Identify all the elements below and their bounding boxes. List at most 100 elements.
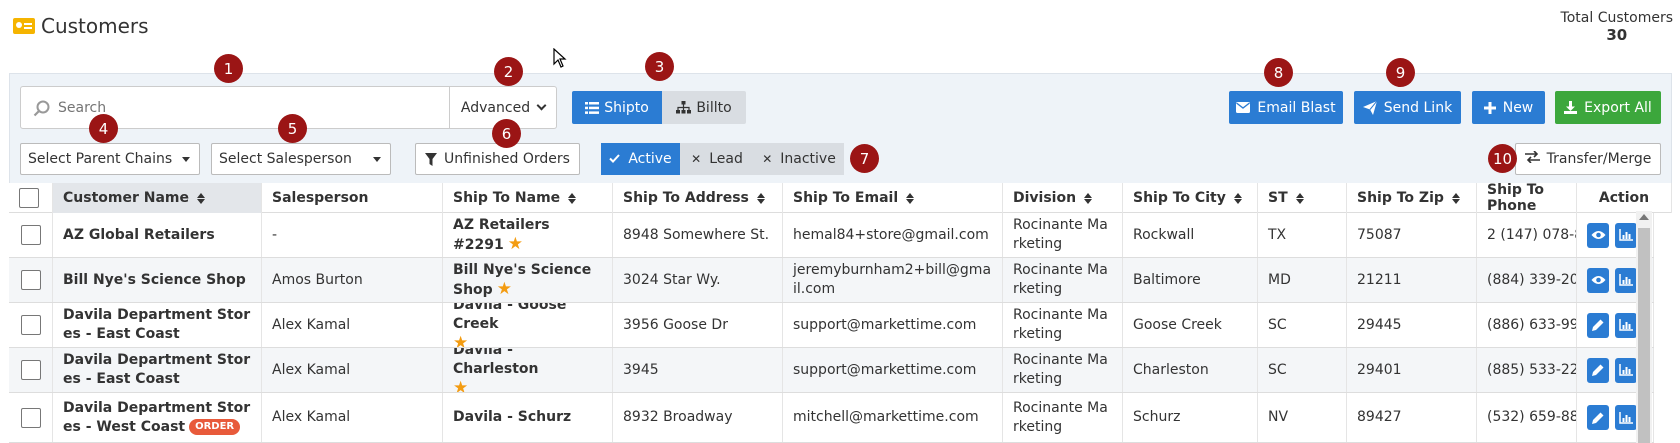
email-blast-button[interactable]: Email Blast: [1229, 91, 1343, 124]
division: Rocinante Marketing: [1013, 217, 1108, 252]
row-checkbox[interactable]: [20, 315, 41, 335]
ship-to-city: Charleston: [1133, 361, 1209, 378]
column-header-action: Action: [1577, 183, 1672, 213]
star-icon: ★: [453, 378, 469, 393]
customer-name[interactable]: AZ Global Retailers: [63, 226, 215, 245]
annotation-badge: 8: [1264, 58, 1293, 87]
column-header-st[interactable]: ST: [1258, 183, 1347, 213]
search-box[interactable]: [20, 86, 450, 129]
ship-to-email: jeremyburnham2+bill@gmail.com: [793, 262, 992, 297]
ship-to-city: Goose Creek: [1133, 316, 1222, 333]
column-header-label: ST: [1268, 190, 1288, 206]
edit-button[interactable]: [1587, 312, 1609, 338]
ship-to-address: 3956 Goose Dr: [623, 316, 728, 333]
status-active-button[interactable]: Active: [601, 143, 680, 175]
sort-icon: [1233, 192, 1242, 204]
billto-toggle-button[interactable]: Billto: [662, 91, 746, 124]
ship-to-name[interactable]: Bill Nye's Science Shop: [453, 262, 591, 298]
new-customer-button[interactable]: New: [1472, 91, 1545, 124]
ship-to-phone: (532) 659-884: [1487, 409, 1576, 425]
salesperson-select[interactable]: Select Salesperson: [211, 143, 391, 175]
state: MD: [1268, 271, 1291, 288]
scroll-up-arrow-icon[interactable]: [1639, 214, 1649, 220]
send-link-button[interactable]: Send Link: [1354, 91, 1461, 124]
ship-to-name[interactable]: Davila - Goose Creek: [453, 303, 566, 332]
salesperson: -: [272, 226, 278, 243]
view-button[interactable]: [1587, 222, 1609, 248]
table-row[interactable]: Davila Department Stores - East Coast Al…: [9, 348, 1654, 393]
bar-chart-icon: [1619, 229, 1633, 241]
chart-button[interactable]: [1615, 222, 1637, 248]
division: Rocinante Marketing: [1013, 307, 1108, 342]
state: SC: [1268, 316, 1287, 333]
sort-icon: [197, 192, 205, 204]
billto-label: Billto: [696, 99, 732, 116]
parent-chains-select[interactable]: Select Parent Chains: [20, 143, 200, 175]
bar-chart-icon: [1619, 319, 1633, 331]
caret-down-icon: [182, 157, 190, 162]
column-header-ship-to-email[interactable]: Ship To Email: [783, 183, 1003, 213]
column-header-ship-to-address[interactable]: Ship To Address: [613, 183, 783, 213]
status-active-label: Active: [628, 151, 672, 167]
chart-button[interactable]: [1615, 267, 1637, 293]
chart-button[interactable]: [1615, 357, 1637, 383]
sort-icon: [568, 192, 577, 204]
row-checkbox[interactable]: [20, 407, 41, 428]
status-inactive-button[interactable]: ✕ Inactive: [754, 143, 844, 175]
ship-to-zip: 29445: [1357, 316, 1402, 333]
transfer-merge-button[interactable]: Transfer/Merge: [1515, 143, 1661, 175]
table-scrollbar-thumb[interactable]: [1638, 228, 1650, 443]
unfinished-orders-button[interactable]: Unfinished Orders: [415, 143, 580, 175]
pencil-icon: [1592, 412, 1604, 424]
division: Rocinante Marketing: [1013, 352, 1108, 387]
eye-icon: [1591, 276, 1605, 284]
table-header-row: Customer Name Salesperson Ship To Name S…: [9, 183, 1672, 214]
edit-button[interactable]: [1587, 357, 1609, 383]
ship-to-name[interactable]: Davila - Schurz: [453, 408, 571, 427]
customer-name[interactable]: Davila Department Stores - East Coast: [63, 306, 251, 344]
column-header-division[interactable]: Division: [1003, 183, 1123, 213]
shipto-toggle-button[interactable]: Shipto: [572, 91, 662, 124]
ship-to-phone: 2 (147) 078-8: [1487, 226, 1577, 243]
edit-button[interactable]: [1587, 405, 1609, 430]
division: Rocinante Marketing: [1013, 399, 1108, 435]
customer-name[interactable]: Bill Nye's Science Shop: [63, 271, 246, 290]
table-row[interactable]: Davila Department Stores - East Coast Al…: [9, 303, 1654, 348]
ship-to-name[interactable]: Davila - Charleston: [453, 348, 539, 377]
row-checkbox[interactable]: [20, 225, 41, 245]
check-icon: [609, 152, 621, 166]
ship-to-zip: 75087: [1357, 226, 1402, 243]
table-row[interactable]: Bill Nye's Science Shop Amos Burton Bill…: [9, 258, 1654, 303]
ship-to-address: 3024 Star Wy.: [623, 271, 721, 288]
select-all-checkbox[interactable]: [19, 188, 39, 208]
row-checkbox[interactable]: [20, 360, 41, 380]
ship-to-name[interactable]: AZ Retailers #2291: [453, 217, 550, 253]
ship-to-phone: (886) 633-998: [1487, 316, 1576, 333]
status-lead-button[interactable]: ✕ Lead: [680, 143, 754, 175]
export-all-button[interactable]: Export All: [1555, 91, 1661, 124]
row-checkbox[interactable]: [20, 270, 41, 290]
view-button[interactable]: [1587, 267, 1609, 293]
ship-to-city: Schurz: [1133, 409, 1181, 425]
salesperson: Alex Kamal: [272, 409, 351, 425]
column-header-ship-to-name[interactable]: Ship To Name: [443, 183, 613, 213]
send-link-label: Send Link: [1383, 99, 1453, 116]
paper-plane-icon: [1362, 100, 1377, 115]
ship-to-city: Rockwall: [1133, 226, 1195, 243]
page-title: Customers: [41, 14, 149, 38]
download-icon: [1564, 101, 1578, 114]
column-header-customer-name[interactable]: Customer Name: [53, 183, 262, 213]
table-row[interactable]: AZ Global Retailers - AZ Retailers #2291…: [9, 213, 1654, 258]
column-header-ship-to-city[interactable]: Ship To City: [1123, 183, 1258, 213]
close-icon: ✕: [762, 152, 773, 166]
envelope-icon: [1236, 102, 1251, 113]
sort-icon: [1451, 192, 1460, 204]
table-row[interactable]: Davila Department Stores - West Coast ORD…: [9, 393, 1654, 443]
column-header-ship-to-zip[interactable]: Ship To Zip: [1347, 183, 1477, 213]
state: TX: [1268, 226, 1287, 243]
customer-name[interactable]: Davila Department Stores - East Coast: [63, 351, 251, 389]
chart-button[interactable]: [1615, 405, 1637, 430]
total-customers-value: 30: [1606, 26, 1628, 44]
star-icon: ★: [453, 333, 469, 348]
chart-button[interactable]: [1615, 312, 1637, 338]
